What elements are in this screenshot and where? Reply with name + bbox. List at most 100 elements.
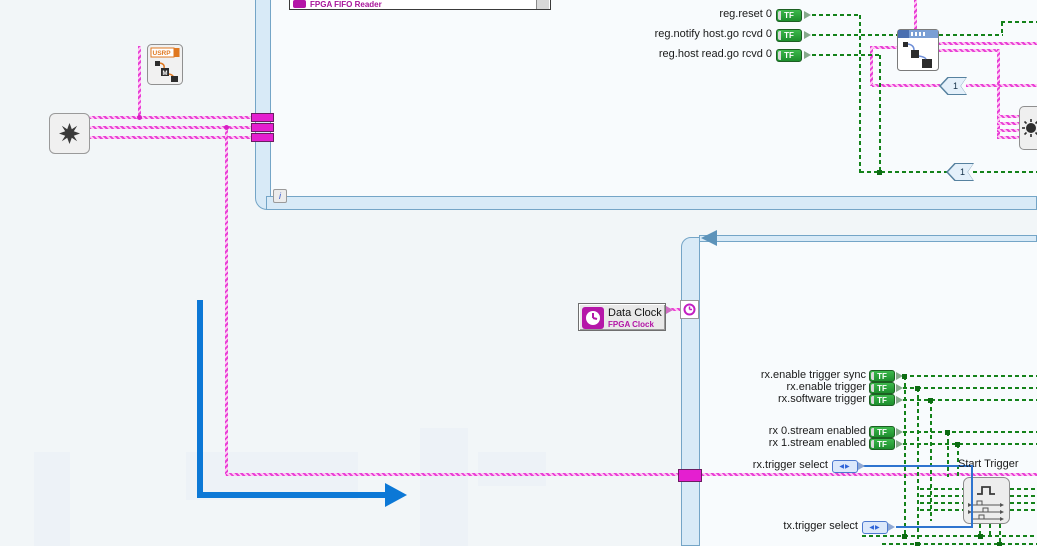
boolean-wire[interactable] — [879, 55, 881, 173]
cluster-wire[interactable] — [871, 46, 898, 49]
fifo-subvi-node[interactable] — [897, 29, 939, 71]
cluster-wire[interactable] — [997, 115, 1021, 118]
data-clock-constant[interactable]: Data Clock FPGA Clock — [578, 303, 666, 331]
cluster-wire[interactable] — [870, 46, 873, 86]
output-arrow-icon — [804, 11, 811, 19]
tf-text: TF — [877, 440, 887, 449]
boolean-wire[interactable] — [860, 171, 947, 173]
tf-constant-rx-sync[interactable]: TF — [869, 370, 895, 382]
wire-junction — [877, 170, 882, 175]
cluster-wire[interactable] — [138, 46, 141, 118]
wire-junction — [915, 386, 920, 391]
boolean-wire[interactable] — [903, 431, 1037, 433]
cluster-wire[interactable] — [997, 129, 1021, 132]
cluster-wire[interactable] — [89, 116, 252, 119]
ghost-shape — [478, 452, 546, 486]
boolean-wire[interactable] — [1001, 22, 1003, 35]
boolean-wire[interactable] — [1010, 488, 1037, 490]
cluster-tunnel-1[interactable] — [251, 113, 274, 122]
boolean-wire[interactable] — [939, 34, 1003, 36]
boolean-wire[interactable] — [862, 535, 1037, 537]
cluster-tunnel-2[interactable] — [251, 123, 274, 132]
boolean-wire[interactable] — [903, 443, 1037, 445]
tf-text: TF — [784, 31, 794, 40]
boolean-wire[interactable] — [973, 171, 1037, 173]
scope-node[interactable] — [1019, 106, 1037, 150]
fifo-reader-corner — [536, 0, 549, 9]
label-rx-enable-trigger: rx.enable trigger — [787, 381, 867, 393]
boolean-wire[interactable] — [903, 399, 1037, 401]
tf-constant-rx0-stream[interactable]: TF — [869, 426, 895, 438]
cluster-wire[interactable] — [872, 84, 940, 87]
boolean-wire[interactable] — [882, 543, 1037, 545]
boolean-wire[interactable] — [859, 15, 861, 173]
cluster-wire[interactable] — [997, 136, 1021, 139]
boolean-wire[interactable] — [903, 375, 1037, 377]
asterisk-node[interactable] — [49, 113, 90, 154]
data-clock-subtitle: FPGA Clock — [608, 320, 654, 329]
enum-wire[interactable] — [971, 465, 973, 528]
clock-domain-1-left-border[interactable] — [255, 0, 271, 210]
boolean-wire[interactable] — [812, 34, 897, 36]
output-arrow-icon — [804, 31, 811, 39]
clock-domain-1-bottom-border[interactable] — [266, 196, 1037, 210]
wire-junction — [955, 442, 960, 447]
boolean-wire[interactable] — [947, 432, 949, 477]
boolean-wire[interactable] — [903, 387, 1037, 389]
clock-domain-2-left-border[interactable] — [681, 237, 700, 546]
tf-constant-reg-host-read[interactable]: TF — [776, 49, 802, 62]
feedback-node-2[interactable]: 1 — [946, 163, 974, 181]
boolean-wire[interactable] — [812, 54, 880, 56]
boolean-wire[interactable] — [1010, 495, 1037, 497]
feedback-delay-value: 1 — [939, 77, 967, 95]
cluster-wire[interactable] — [702, 473, 1037, 476]
enum-constant-tx-trigger[interactable]: ◀▶ — [862, 521, 888, 534]
cluster-wire[interactable] — [939, 49, 999, 52]
boolean-wire[interactable] — [1010, 509, 1037, 511]
boolean-wire[interactable] — [989, 524, 991, 536]
feedback-delay-value: 1 — [946, 163, 974, 181]
tf-text: TF — [784, 11, 794, 20]
cluster-tunnel-4[interactable] — [678, 469, 702, 482]
tf-constant-reg-reset[interactable]: TF — [776, 9, 802, 22]
label-rx0-stream-enabled: rx 0.stream enabled — [769, 425, 866, 437]
cluster-wire[interactable] — [226, 473, 680, 476]
cluster-wire[interactable] — [997, 122, 1021, 125]
enum-wire[interactable] — [896, 526, 973, 528]
usrp-session-node[interactable]: USRP M — [147, 44, 183, 85]
boolean-wire[interactable] — [920, 509, 963, 511]
usrp-label: USRP — [153, 50, 172, 57]
boolean-wire[interactable] — [999, 524, 1001, 544]
enum-arrows-icon: ◀▶ — [869, 524, 880, 531]
cluster-wire[interactable] — [966, 84, 1037, 87]
wire-junction — [978, 534, 983, 539]
boolean-wire[interactable] — [1001, 21, 1037, 23]
boolean-wire[interactable] — [920, 502, 963, 504]
cluster-wire[interactable] — [939, 42, 1037, 45]
tf-constant-rx-software[interactable]: TF — [869, 394, 895, 406]
block-diagram-canvas[interactable]: i FPGA FIFO Reader USRP — [0, 0, 1037, 546]
cluster-wire[interactable] — [914, 0, 917, 30]
clock-tunnel[interactable] — [680, 300, 699, 319]
tf-constant-rx-enable[interactable]: TF — [869, 382, 895, 394]
output-arrow-icon — [896, 384, 903, 392]
feedback-node-1[interactable]: 1 — [939, 77, 967, 95]
boolean-wire[interactable] — [920, 495, 963, 497]
output-arrow-icon — [804, 51, 811, 59]
tf-constant-rx1-stream[interactable]: TF — [869, 438, 895, 450]
loop-iteration-terminal[interactable]: i — [273, 189, 287, 203]
enum-constant-rx-trigger[interactable]: ◀▶ — [832, 460, 858, 473]
enum-wire[interactable] — [862, 465, 973, 467]
boolean-wire[interactable] — [812, 14, 860, 16]
tf-constant-reg-notify[interactable]: TF — [776, 29, 802, 42]
boolean-wire[interactable] — [920, 488, 963, 490]
fpga-fifo-reader-node[interactable]: FPGA FIFO Reader — [289, 0, 551, 10]
label-reg-host-read: reg.host read.go rcvd 0 — [659, 48, 772, 60]
asterisk-star-icon — [50, 114, 89, 153]
wire-junction — [915, 542, 920, 546]
boolean-wire[interactable] — [1010, 502, 1037, 504]
cluster-wire[interactable] — [225, 127, 228, 476]
clock-domain-2-top-border[interactable] — [699, 235, 1037, 242]
cluster-tunnel-3[interactable] — [251, 133, 274, 142]
boolean-wire[interactable] — [904, 376, 906, 537]
